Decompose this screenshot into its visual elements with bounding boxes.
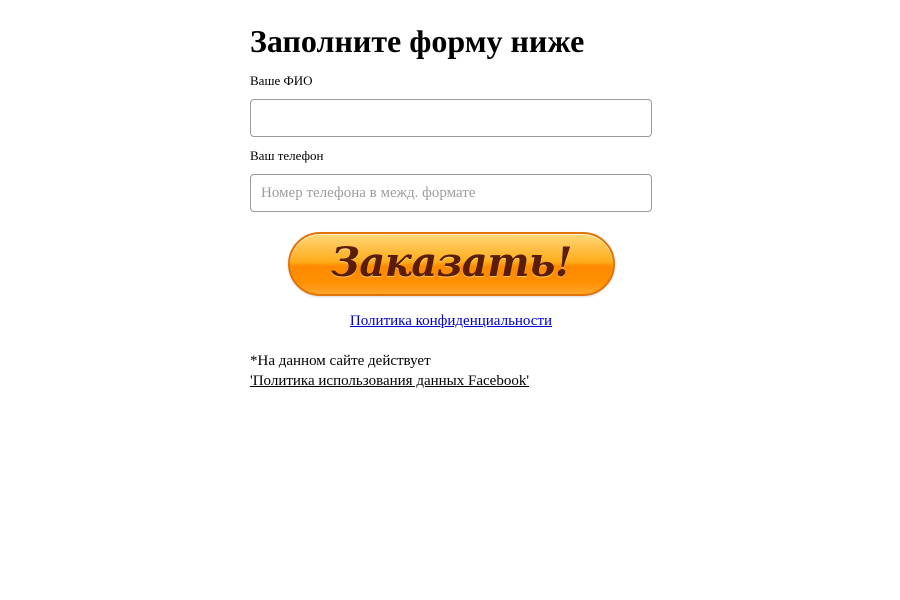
privacy-link-container: Политика конфиденциальности [250,311,652,331]
phone-input[interactable] [250,174,652,212]
privacy-policy-link[interactable]: Политика конфиденциальности [350,313,552,329]
order-button[interactable]: Заказать! [288,232,615,296]
name-field-label: Ваше ФИО [250,73,313,88]
facebook-note: *На данном сайте действует 'Политика исп… [250,351,529,391]
name-input[interactable] [250,99,652,137]
order-button-label: Заказать! [331,238,572,286]
facebook-policy-link[interactable]: 'Политика использования данных Facebook' [250,373,529,389]
facebook-note-text: *На данном сайте действует [250,353,431,369]
page-title: Заполните форму ниже [250,23,585,59]
phone-field-label: Ваш телефон [250,148,324,163]
